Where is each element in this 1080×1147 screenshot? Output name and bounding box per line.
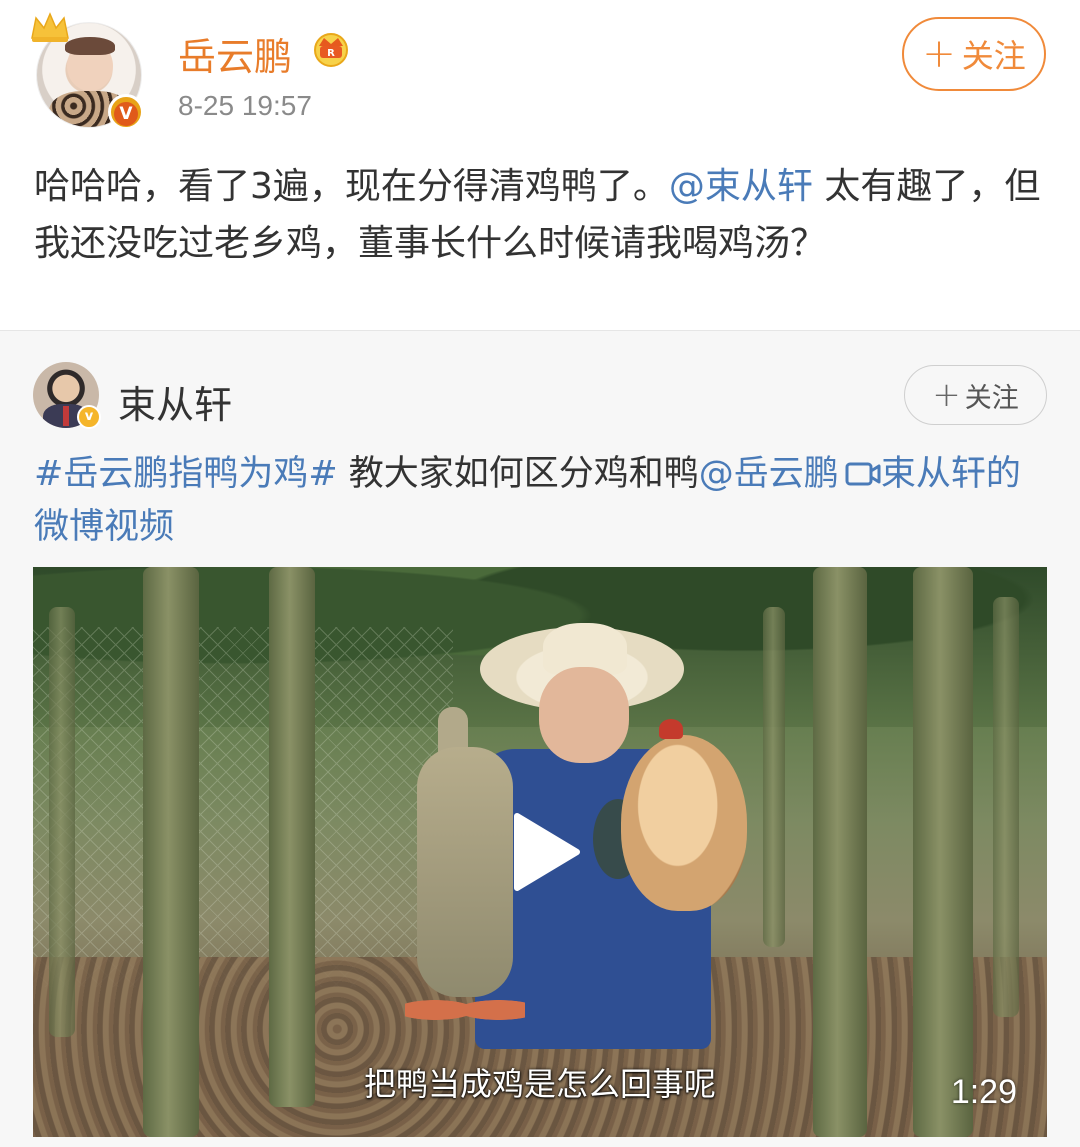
repost-follow-label: 关注: [964, 382, 1019, 414]
video-duck: [417, 747, 513, 997]
video-subtitle: 把鸭当成鸡是怎么回事呢: [363, 1065, 716, 1103]
hashtag-link[interactable]: #岳云鹏指鸭为鸡#: [34, 454, 338, 494]
repost-text-body: 教大家如何区分鸡和鸭: [337, 454, 699, 494]
tree-trunk: [143, 567, 199, 1137]
video-chicken: [621, 735, 747, 911]
crown-icon: [31, 12, 69, 42]
video-duration: 1:29: [950, 1073, 1017, 1111]
play-icon[interactable]: [511, 812, 581, 892]
tree-trunk: [269, 567, 315, 1107]
plus-icon: +: [932, 375, 961, 415]
video-duck-feet: [405, 987, 525, 1033]
video-head: [539, 667, 629, 763]
post-time: 8-25 19:57: [178, 90, 312, 121]
video-link-icon: [845, 462, 881, 486]
tree-trunk: [763, 607, 785, 947]
video-scene-net: [33, 627, 453, 987]
plus-icon: +: [922, 31, 956, 77]
repost-follow-button[interactable]: + 关注: [904, 365, 1047, 425]
mention-link[interactable]: @束从轩: [669, 166, 813, 207]
tree-trunk: [49, 607, 75, 1037]
post-text: 哈哈哈，看了3遍，现在分得清鸡鸭了。@束从轩 太有趣了，但我还没吃过老乡鸡，董事…: [34, 158, 1046, 272]
vip-badge-icon: V: [108, 94, 144, 130]
verified-icon: v: [77, 405, 101, 429]
tree-trunk: [993, 597, 1019, 1017]
post-text-part1: 哈哈哈，看了3遍，现在分得清鸡鸭了。: [34, 166, 669, 207]
tree-trunk: [813, 567, 867, 1137]
repost-username[interactable]: 束从轩: [118, 374, 232, 429]
video-chicken-comb: [659, 719, 683, 739]
member-crown-icon[interactable]: R: [310, 28, 352, 68]
tree-trunk: [913, 567, 973, 1137]
svg-text:R: R: [327, 48, 335, 59]
avatar[interactable]: V: [31, 12, 144, 130]
username[interactable]: 岳云鹏: [178, 26, 292, 81]
repost-mention-link[interactable]: @岳云鹏: [699, 454, 839, 494]
follow-button[interactable]: + 关注: [902, 17, 1046, 91]
video-player[interactable]: 把鸭当成鸡是怎么回事呢 1:29: [33, 567, 1047, 1137]
post-header: V 岳云鹏 R 8-25 19:57 + 关注: [0, 0, 1080, 140]
follow-button-label: 关注: [961, 37, 1026, 75]
repost-text: #岳云鹏指鸭为鸡# 教大家如何区分鸡和鸭@岳云鹏 束从轩的微博视频: [34, 448, 1054, 554]
